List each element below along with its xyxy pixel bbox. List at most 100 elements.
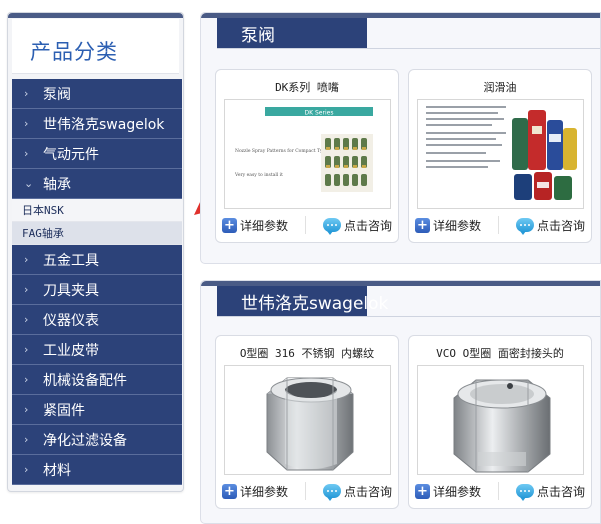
product-image-lubricant[interactable] bbox=[417, 99, 584, 209]
category-label: 紧固件 bbox=[43, 402, 85, 419]
chevron-right-icon: › bbox=[24, 343, 29, 356]
card-actions: + 详细参数 点击咨询 bbox=[415, 480, 585, 502]
product-title[interactable]: DK系列 喷嘴 bbox=[216, 79, 398, 95]
subcategory-nsk[interactable]: 日本NSK bbox=[12, 199, 182, 222]
panel-divider bbox=[217, 316, 600, 317]
product-title[interactable]: VCO O型圈 面密封接头的 bbox=[409, 345, 591, 361]
sidebar-top-line bbox=[8, 13, 183, 18]
category-label: 刀具夹具 bbox=[43, 282, 99, 299]
category-label: 气动元件 bbox=[43, 146, 99, 163]
chevron-right-icon: › bbox=[24, 117, 29, 130]
details-label: 详细参数 bbox=[433, 484, 482, 499]
product-image-nozzle[interactable]: DK Series Nozzle Spray Patterns for Comp… bbox=[224, 99, 391, 209]
product-panel-pump-valve: 泵阀 DK系列 喷嘴 DK Series Nozzle Spray Patter… bbox=[200, 12, 601, 264]
sidebar-title: 产品分类 bbox=[30, 40, 118, 64]
category-label: 五金工具 bbox=[43, 252, 99, 269]
brochure-banner-text: DK Series bbox=[305, 110, 334, 117]
category-label: 机械设备配件 bbox=[43, 372, 127, 389]
chevron-down-icon: ⌄ bbox=[24, 177, 34, 190]
chevron-right-icon: › bbox=[24, 253, 29, 266]
category-label: 净化过滤设备 bbox=[43, 432, 127, 449]
category-label: 工业皮带 bbox=[43, 342, 99, 359]
category-filtration[interactable]: › 净化过滤设备 bbox=[12, 425, 182, 455]
brochure-text: Very easy to install it bbox=[234, 172, 283, 178]
consult-label: 点击咨询 bbox=[536, 484, 585, 499]
chat-bubble-icon bbox=[515, 484, 534, 501]
product-card[interactable]: DK系列 喷嘴 DK Series Nozzle Spray Patterns … bbox=[215, 69, 399, 243]
category-machine-parts[interactable]: › 机械设备配件 bbox=[12, 365, 182, 395]
details-label: 详细参数 bbox=[433, 218, 482, 233]
product-title[interactable]: 润滑油 bbox=[409, 79, 591, 95]
category-fasteners[interactable]: › 紧固件 bbox=[12, 395, 182, 425]
category-swagelok[interactable]: › 世伟洛克swagelok bbox=[12, 109, 182, 139]
card-actions: + 详细参数 点击咨询 bbox=[222, 214, 392, 236]
panel-divider bbox=[217, 48, 600, 49]
chevron-right-icon: › bbox=[24, 433, 29, 446]
category-label: 世伟洛克swagelok bbox=[43, 116, 165, 133]
category-industrial-belts[interactable]: › 工业皮带 bbox=[12, 335, 182, 365]
details-label: 详细参数 bbox=[240, 218, 289, 233]
consult-button[interactable]: 点击咨询 bbox=[322, 483, 392, 501]
panel-tab[interactable]: 世伟洛克swagelok bbox=[217, 286, 388, 316]
product-image-nut[interactable] bbox=[224, 365, 391, 475]
chevron-right-icon: › bbox=[24, 283, 29, 296]
nozzle-brochure-image: DK Series Nozzle Spray Patterns for Comp… bbox=[225, 100, 390, 208]
consult-label: 点击咨询 bbox=[536, 218, 585, 233]
sidebar-header: 产品分类 bbox=[12, 19, 179, 74]
action-divider bbox=[305, 482, 306, 500]
plus-icon: + bbox=[415, 483, 430, 499]
card-actions: + 详细参数 点击咨询 bbox=[415, 214, 585, 236]
chevron-right-icon: › bbox=[24, 87, 29, 100]
category-hardware-tools[interactable]: › 五金工具 bbox=[12, 245, 182, 275]
details-button[interactable]: + 详细参数 bbox=[222, 483, 288, 500]
category-materials[interactable]: › 材料 bbox=[12, 455, 182, 485]
card-actions: + 详细参数 点击咨询 bbox=[222, 480, 392, 502]
chat-bubble-icon bbox=[515, 218, 534, 235]
chevron-right-icon: › bbox=[24, 463, 29, 476]
consult-button[interactable]: 点击咨询 bbox=[322, 217, 392, 235]
product-title[interactable]: O型圈 316 不锈钢 内螺纹 bbox=[216, 345, 398, 361]
product-image-cap[interactable] bbox=[417, 365, 584, 475]
consult-button[interactable]: 点击咨询 bbox=[515, 483, 585, 501]
category-bearing[interactable]: ⌄ 轴承 bbox=[12, 169, 182, 199]
category-pump-valve[interactable]: › 泵阀 bbox=[12, 79, 182, 109]
category-label: 轴承 bbox=[43, 176, 71, 193]
chevron-right-icon: › bbox=[24, 403, 29, 416]
chat-bubble-icon bbox=[322, 484, 341, 501]
consult-button[interactable]: 点击咨询 bbox=[515, 217, 585, 235]
action-divider bbox=[498, 482, 499, 500]
lubricant-cans-image bbox=[418, 100, 583, 208]
action-divider bbox=[305, 216, 306, 234]
consult-label: 点击咨询 bbox=[343, 218, 392, 233]
action-divider bbox=[498, 216, 499, 234]
product-panel-swagelok: 世伟洛克swagelok O型圈 316 不锈钢 内螺纹 + 详细参数 点击咨询… bbox=[200, 280, 601, 524]
category-instruments[interactable]: › 仪器仪表 bbox=[12, 305, 182, 335]
subcategory-label: FAG轴承 bbox=[22, 227, 64, 240]
product-card[interactable]: O型圈 316 不锈钢 内螺纹 + 详细参数 点击咨询 bbox=[215, 335, 399, 509]
category-list: › 泵阀 › 世伟洛克swagelok › 气动元件 ⌄ 轴承 日本NSK FAG轴承 … bbox=[12, 79, 182, 485]
chevron-right-icon: › bbox=[24, 147, 29, 160]
hex-nut-fitting-image bbox=[225, 366, 390, 474]
product-card[interactable]: 润滑油 + 详细参数 点击咨询 bbox=[408, 69, 592, 243]
chevron-right-icon: › bbox=[24, 313, 29, 326]
details-button[interactable]: + 详细参数 bbox=[415, 217, 481, 234]
plus-icon: + bbox=[222, 483, 237, 499]
consult-label: 点击咨询 bbox=[343, 484, 392, 499]
category-cutting-tools[interactable]: › 刀具夹具 bbox=[12, 275, 182, 305]
details-button[interactable]: + 详细参数 bbox=[415, 483, 481, 500]
panel-tab[interactable]: 泵阀 bbox=[217, 18, 367, 48]
subcategory-fag[interactable]: FAG轴承 bbox=[12, 222, 182, 245]
details-button[interactable]: + 详细参数 bbox=[222, 217, 288, 234]
chevron-right-icon: › bbox=[24, 373, 29, 386]
category-pneumatic[interactable]: › 气动元件 bbox=[12, 139, 182, 169]
product-card[interactable]: VCO O型圈 面密封接头的 + 详细参数 点击咨询 bbox=[408, 335, 592, 509]
chat-bubble-icon bbox=[322, 218, 341, 235]
category-label: 仪器仪表 bbox=[43, 312, 99, 329]
category-sidebar: 产品分类 › 泵阀 › 世伟洛克swagelok › 气动元件 ⌄ 轴承 日本NSK F… bbox=[7, 12, 184, 492]
details-label: 详细参数 bbox=[240, 484, 289, 499]
hex-cap-fitting-image bbox=[418, 366, 583, 474]
plus-icon: + bbox=[415, 217, 430, 233]
category-label: 材料 bbox=[43, 462, 71, 479]
plus-icon: + bbox=[222, 217, 237, 233]
category-label: 泵阀 bbox=[43, 86, 71, 103]
